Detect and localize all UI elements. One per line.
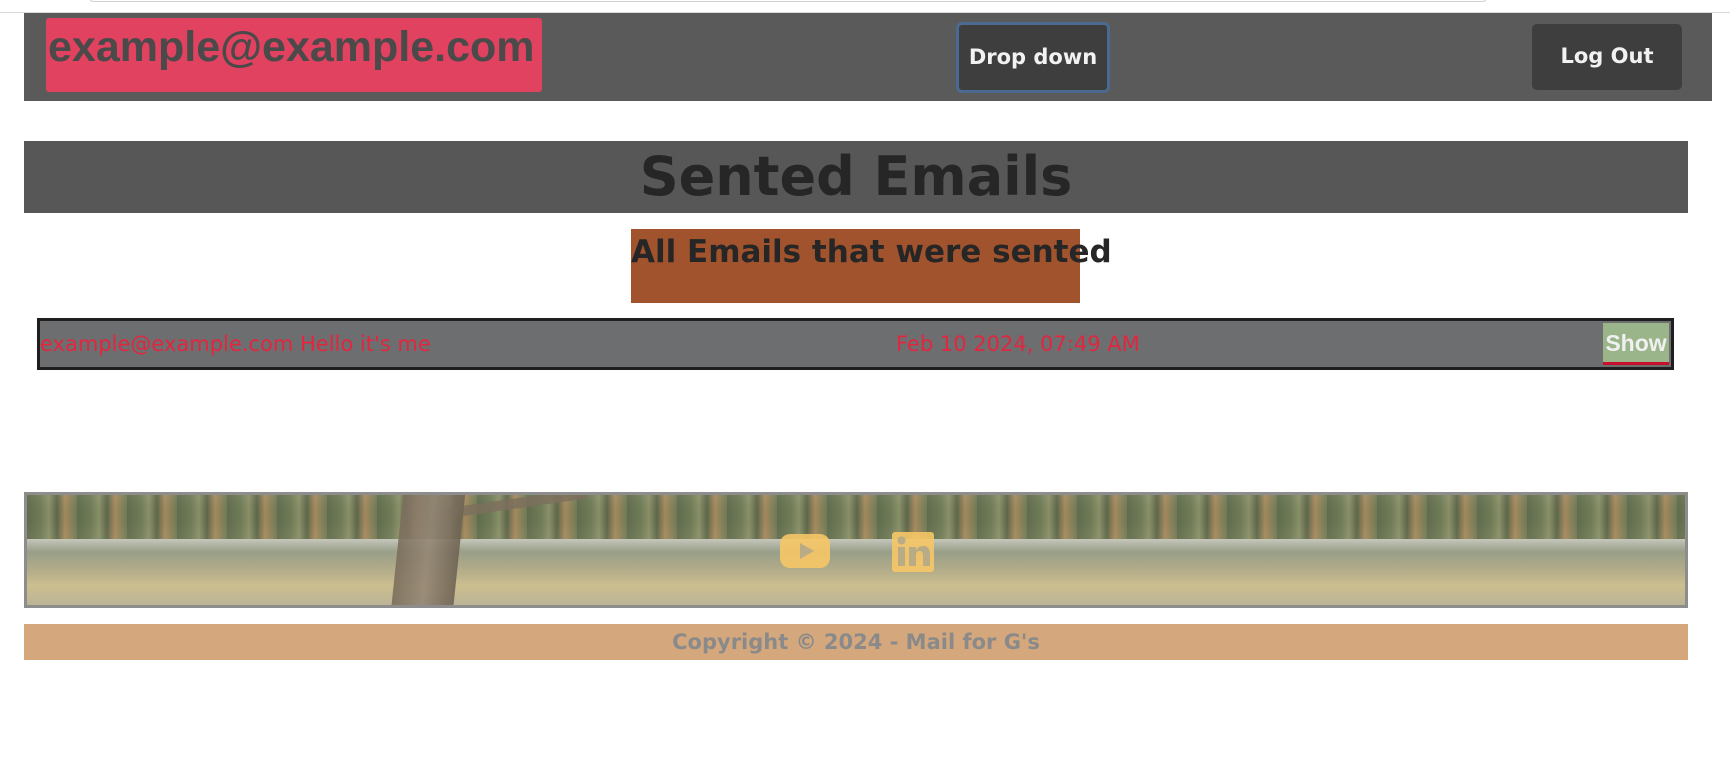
- email-list-item: example@example.com Hello it's me Feb 10…: [37, 318, 1674, 370]
- youtube-link[interactable]: [779, 531, 831, 571]
- logout-button[interactable]: Log Out: [1532, 24, 1682, 90]
- show-email-button[interactable]: Show: [1603, 323, 1669, 365]
- email-subject: Hello it's me: [300, 332, 431, 356]
- footer-background-tree: [390, 495, 466, 605]
- copyright-text: Copyright © 2024 - Mail for G's: [24, 624, 1688, 660]
- footer-banner: [24, 492, 1688, 608]
- youtube-icon: [779, 534, 831, 575]
- page-title: Sented Emails: [24, 141, 1688, 213]
- linkedin-icon: [891, 532, 935, 577]
- dropdown-button[interactable]: Drop down: [956, 22, 1110, 93]
- email-date: Feb 10 2024, 07:49 AM: [896, 332, 1140, 356]
- footer-background-lake: [27, 539, 1685, 605]
- address-bar[interactable]: [88, 0, 1488, 2]
- page: example@example.com Drop down Log Out Se…: [0, 0, 1730, 771]
- top-navbar: example@example.com Drop down Log Out: [24, 13, 1712, 101]
- browser-chrome: [0, 0, 1730, 13]
- page-subtitle: All Emails that were sented: [631, 229, 1112, 303]
- linkedin-link[interactable]: [891, 531, 943, 572]
- user-email-badge: example@example.com: [46, 18, 542, 92]
- footer-background-forest: [27, 495, 1685, 539]
- email-sender: example@example.com: [40, 332, 294, 356]
